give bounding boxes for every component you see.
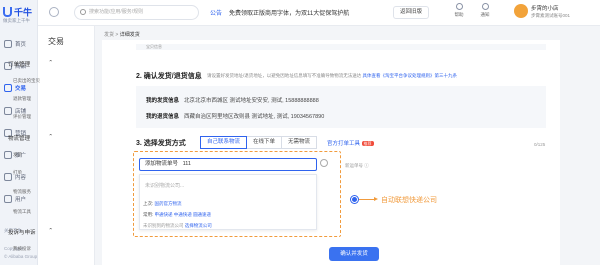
app-logo[interactable]: 千牛 做卖家上千牛: [3, 3, 37, 29]
help-button[interactable]: 帮助: [452, 3, 466, 18]
chevron-up-icon: ⌃: [48, 134, 53, 140]
app-slogan: 做卖家上千牛: [3, 18, 30, 23]
submenu-group-orders[interactable]: 订单管理 ⌃: [8, 60, 53, 68]
search-input[interactable]: 搜索功能/应用/服务/规则: [74, 5, 199, 20]
common-company-1[interactable]: 申通快递: [155, 212, 173, 217]
section3-title: 3. 选择发货方式: [136, 140, 186, 147]
shop-icon: [4, 107, 12, 115]
common-company-row: 常用: 申通快递 中通快递 圆通速递: [143, 212, 212, 217]
old-version-button[interactable]: 返回旧版: [393, 6, 429, 19]
breadcrumb-current: 详细发货: [119, 32, 140, 38]
app-name: 千牛: [14, 7, 33, 18]
home-icon: [4, 40, 12, 48]
address-box: [136, 86, 546, 128]
waybill-input[interactable]: 添加物流单号 111: [139, 158, 317, 171]
submenu-item-print[interactable]: 打单: [13, 170, 22, 176]
not-found-row: 未识别到的物流公司 选择物流公司: [143, 223, 212, 228]
common-company-2[interactable]: 中通快递: [174, 212, 192, 217]
side-label: 新运单号 ⓘ: [345, 163, 369, 168]
ship-address-row: 我的发货信息 北京北京市西城区 测试地址安安安, 测试, 15888888888: [146, 98, 319, 104]
rail-item-home[interactable]: 首页: [4, 38, 35, 50]
avatar[interactable]: [514, 4, 528, 18]
collapse-menu-icon[interactable]: [49, 7, 59, 17]
submenu-group-complaints[interactable]: 投诉与申诉 ⌃: [8, 228, 53, 236]
ship-method-tabs: 自己联系物流 在线下单 无需物流: [200, 136, 318, 149]
submenu-title: 交易: [48, 37, 64, 46]
copyright-owner: © Alibaba Group: [4, 254, 38, 259]
tab-no-logistics[interactable]: 无需物流: [281, 136, 318, 149]
chevron-up-icon: ⌃: [48, 60, 53, 66]
return-address-row: 我的退货信息 西藏自治区阿里地区改则县 测试地址, 测试, 19034567890: [146, 114, 325, 120]
users-icon: [4, 195, 12, 203]
submenu-group-logistics[interactable]: 物流管理 ⌃: [8, 134, 53, 142]
confirm-ship-button[interactable]: 确认并发货: [329, 247, 379, 261]
print-tool-link[interactable]: 官方打单工具 推荐: [327, 139, 374, 147]
annotation-callout: 自动联想快递公司: [381, 197, 437, 204]
notify-button[interactable]: 通知: [478, 3, 492, 18]
return-address: 西藏自治区阿里地区改则县 测试地址, 测试, 19034567890: [184, 114, 325, 120]
promotion-icon: [4, 151, 12, 159]
choose-company-link[interactable]: 选择物流公司: [185, 223, 212, 228]
tab-online-order[interactable]: 在线下单: [246, 136, 283, 149]
submenu-item-complained[interactable]: 我被投诉: [13, 246, 31, 252]
submenu-item-sold[interactable]: 已卖出的宝贝: [13, 78, 40, 84]
trade-icon: [4, 84, 12, 92]
top-bar: 搜索功能/应用/服务/规则 公告 免费领取正版商用字体，为双11大促保驾护航 返…: [38, 0, 600, 26]
chevron-up-icon: ⌃: [48, 228, 53, 234]
common-company-3[interactable]: 圆通速递: [193, 212, 211, 217]
ship-address: 北京北京市西城区 测试地址安安安, 测试, 15888888888: [184, 98, 319, 104]
company-placeholder[interactable]: 未识别物流公司...: [145, 182, 184, 189]
section2-title: 2. 确认发货/退货信息: [136, 73, 202, 80]
bell-icon: [481, 3, 489, 10]
section1-remnant: 宝贝信息: [136, 44, 546, 50]
annotation-arrow-head: [374, 197, 378, 201]
char-counter: 0/125: [534, 142, 546, 147]
search-icon: [80, 9, 86, 15]
breadcrumb: 发货 > 详细发货: [104, 32, 140, 38]
recent-company-row: 上次: 国药官方物流: [143, 201, 182, 206]
submenu-item-ship[interactable]: 发货: [13, 152, 22, 158]
content-icon: [4, 173, 12, 181]
submenu-item-logistics-tools[interactable]: 物流工具: [13, 209, 31, 215]
clear-icon[interactable]: [320, 159, 328, 167]
recent-company[interactable]: 国药官方物流: [155, 201, 182, 206]
breadcrumb-root[interactable]: 发货: [104, 32, 114, 38]
left-rail: 千牛 做卖家上千牛 首页 商品 交易 店铺 营销 推广 内容 用户 关于千牛 C…: [0, 0, 38, 265]
tab-self-contact[interactable]: 自己联系物流: [200, 136, 248, 149]
submenu-item-logistics-service[interactable]: 物流服务: [13, 189, 31, 195]
shop-name[interactable]: 步霄的小店: [531, 4, 559, 12]
recommend-badge: 推荐: [361, 141, 374, 146]
section2-tip: 请设置好发货地址/退货地址，以避免因地址信息填写不准确导致物流无法送达 具体查看…: [207, 73, 458, 78]
waybill-value: 111: [182, 161, 191, 167]
notice-text[interactable]: 免费领取正版商用字体，为双11大促保驾护航: [229, 8, 349, 17]
shop-account: 步霄素测试账号001: [531, 13, 571, 18]
notice-tag: 公告: [210, 11, 223, 17]
submenu-item-refund[interactable]: 退款管理: [13, 96, 31, 102]
help-icon: [455, 3, 463, 10]
qianniu-logo-icon: [3, 6, 12, 17]
annotation-dot: [351, 196, 358, 203]
rules-link[interactable]: 具体查看《淘宝平台争议处理规则》第三十九条: [363, 73, 458, 78]
submenu-item-review[interactable]: 评价管理: [13, 114, 31, 120]
